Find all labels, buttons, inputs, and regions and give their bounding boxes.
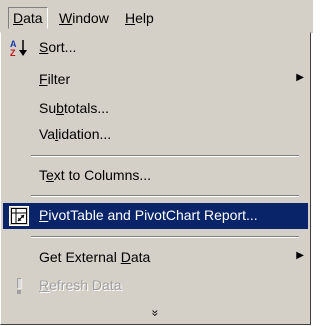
mnemonic: F bbox=[39, 71, 48, 87]
menu-item-label: Validation... bbox=[39, 126, 111, 142]
menu-item-sort[interactable]: A Z Sort... bbox=[3, 35, 308, 61]
submenu-arrow-icon: ▶ bbox=[296, 72, 304, 83]
menubar-item-window[interactable]: Window bbox=[59, 8, 109, 28]
data-menu-dropdown: A Z Sort... Filter ▶ Subtotals... Valida… bbox=[0, 32, 311, 325]
menubar-label-rest: elp bbox=[135, 10, 154, 26]
submenu-arrow-icon: ▶ bbox=[296, 250, 304, 261]
menu-item-label: Refresh Data bbox=[39, 277, 122, 293]
menu-item-get-external-data[interactable]: Get External Data ▶ bbox=[3, 245, 308, 271]
menu-item-label: Filter bbox=[39, 71, 70, 87]
label-pre: Su bbox=[39, 100, 57, 116]
menubar-label-rest: ata bbox=[23, 10, 43, 26]
label-post: idation... bbox=[58, 126, 112, 142]
label-pre: Get External bbox=[39, 249, 121, 265]
menubar-item-data[interactable]: Data bbox=[8, 7, 48, 29]
label-post: ata bbox=[130, 249, 151, 265]
menu-bar: Data Window Help bbox=[0, 0, 313, 33]
label-post: ivotTable and PivotChart Report... bbox=[48, 207, 258, 223]
menu-item-label: PivotTable and PivotChart Report... bbox=[39, 207, 258, 223]
menubar-label-rest: indow bbox=[72, 10, 109, 26]
mnemonic: P bbox=[39, 207, 49, 223]
menu-separator bbox=[31, 155, 299, 157]
menu-separator bbox=[31, 195, 299, 197]
menu-item-validation[interactable]: Validation... bbox=[3, 122, 308, 148]
menu-item-label: Sort... bbox=[39, 39, 76, 55]
expand-chevron-icon: » bbox=[148, 309, 163, 317]
mnemonic: W bbox=[59, 10, 73, 26]
mnemonic: e bbox=[46, 167, 54, 183]
label-post: ilter bbox=[47, 71, 71, 87]
label-post: totals... bbox=[63, 100, 110, 116]
menu-item-pivottable[interactable]: PivotTable and PivotChart Report... bbox=[3, 203, 308, 229]
mnemonic: b bbox=[56, 100, 64, 116]
mnemonic: D bbox=[13, 10, 24, 26]
mnemonic: S bbox=[39, 39, 49, 55]
menu-item-text-to-columns[interactable]: Text to Columns... bbox=[3, 163, 308, 189]
mnemonic: R bbox=[39, 277, 50, 293]
mnemonic: H bbox=[125, 10, 136, 26]
refresh-exclamation-icon bbox=[17, 278, 22, 294]
menu-item-refresh-data: Refresh Data bbox=[3, 273, 308, 299]
svg-text:Z: Z bbox=[10, 48, 16, 58]
label-pre: T bbox=[39, 167, 46, 183]
menu-item-label: Text to Columns... bbox=[39, 167, 151, 183]
menu-item-label: Subtotals... bbox=[39, 100, 109, 116]
pivot-table-icon bbox=[9, 206, 29, 226]
label-post: xt to Columns... bbox=[53, 167, 152, 183]
label-post: efresh Data bbox=[49, 277, 122, 293]
menu-item-filter[interactable]: Filter ▶ bbox=[3, 67, 308, 93]
menubar-item-help[interactable]: Help bbox=[125, 8, 154, 28]
menu-item-label: Get External Data bbox=[39, 249, 150, 265]
mnemonic: D bbox=[120, 249, 131, 265]
menu-expand-row[interactable]: » bbox=[3, 305, 308, 321]
sort-az-icon: A Z bbox=[10, 39, 27, 58]
menu-separator bbox=[31, 236, 299, 238]
label-post: ort... bbox=[48, 39, 77, 55]
menu-item-subtotals[interactable]: Subtotals... bbox=[3, 96, 308, 122]
label-pre: Va bbox=[39, 126, 56, 142]
